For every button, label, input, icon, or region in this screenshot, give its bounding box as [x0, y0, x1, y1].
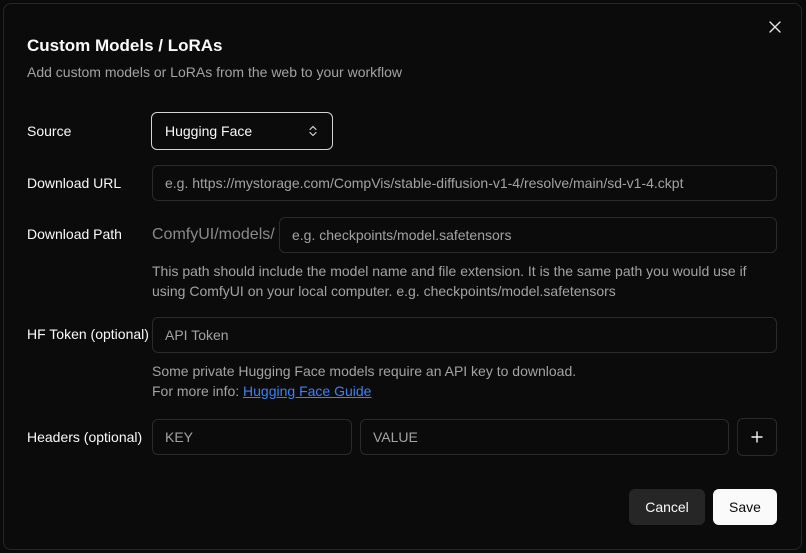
chevron-up-down-icon [309, 125, 317, 137]
hf-token-help-line1: Some private Hugging Face models require… [152, 363, 577, 379]
header-value-field [360, 419, 729, 455]
header-value-input[interactable] [373, 429, 716, 445]
close-icon[interactable] [769, 21, 781, 33]
download-path-label: Download Path [27, 226, 122, 242]
close-button[interactable] [766, 18, 784, 36]
add-header-button[interactable] [737, 418, 777, 456]
cancel-button[interactable]: Cancel [629, 489, 705, 525]
hf-token-help: Some private Hugging Face models require… [152, 361, 772, 401]
hf-token-field [152, 317, 777, 353]
dialog-title: Custom Models / LoRAs [27, 36, 223, 55]
plus-icon [751, 431, 763, 443]
download-path-input[interactable] [292, 227, 764, 243]
source-selected-value: Hugging Face [165, 123, 253, 139]
hf-token-label: HF Token (optional) [27, 326, 149, 342]
download-path-field [279, 217, 777, 253]
hf-token-help-line2: For more info: Hugging Face Guide [152, 381, 772, 401]
headers-label: Headers (optional) [27, 429, 143, 445]
hugging-face-guide-link[interactable]: Hugging Face Guide [243, 383, 371, 399]
hf-token-input[interactable] [165, 327, 764, 343]
source-select[interactable]: Hugging Face [151, 112, 333, 150]
dialog-subtitle: Add custom models or LoRAs from the web … [27, 64, 403, 80]
hf-token-help-prefix: For more info: [152, 383, 244, 399]
download-url-label: Download URL [27, 175, 122, 191]
save-button[interactable]: Save [713, 489, 777, 525]
header-key-input[interactable] [165, 429, 339, 445]
download-path-prefix: ComfyUI/models/ [152, 226, 275, 243]
download-url-field [152, 165, 777, 201]
download-url-input[interactable] [165, 175, 764, 191]
header-key-field [152, 419, 352, 455]
download-path-help: This path should include the model name … [152, 263, 747, 299]
source-label: Source [27, 123, 72, 139]
